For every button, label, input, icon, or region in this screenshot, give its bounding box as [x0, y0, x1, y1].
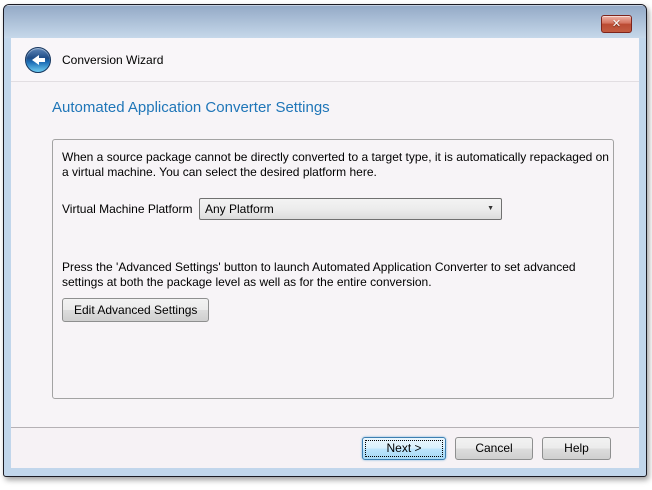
- chevron-down-icon: ▼: [487, 199, 494, 219]
- advanced-settings-text: Press the 'Advanced Settings' button to …: [62, 260, 614, 290]
- platform-select[interactable]: Any Platform ▼: [199, 198, 502, 220]
- wizard-header: Conversion Wizard: [11, 38, 639, 82]
- cancel-button[interactable]: Cancel: [455, 437, 533, 460]
- back-icon: [32, 55, 45, 65]
- window-frame: Conversion Wizard Automated Application …: [4, 38, 646, 476]
- next-button[interactable]: Next >: [362, 437, 446, 460]
- wizard-window: ✕ Conversion Wizard Automated Applicatio…: [3, 4, 647, 477]
- page-title: Automated Application Converter Settings: [52, 99, 639, 116]
- title-bar: ✕: [4, 5, 646, 38]
- close-button[interactable]: ✕: [601, 15, 632, 33]
- help-button[interactable]: Help: [542, 437, 611, 460]
- back-button[interactable]: [25, 47, 51, 73]
- wizard-title: Conversion Wizard: [62, 53, 163, 67]
- intro-text: When a source package cannot be directly…: [62, 150, 614, 180]
- settings-group-box: When a source package cannot be directly…: [52, 139, 614, 399]
- next-button-label: Next >: [386, 441, 421, 455]
- edit-advanced-settings-button[interactable]: Edit Advanced Settings: [62, 298, 209, 322]
- platform-row: Virtual Machine Platform Any Platform ▼: [62, 198, 604, 220]
- client-area: Conversion Wizard Automated Application …: [11, 38, 639, 468]
- page-content: Automated Application Converter Settings…: [11, 82, 639, 427]
- platform-selected-value: Any Platform: [205, 202, 274, 216]
- platform-label: Virtual Machine Platform: [62, 202, 199, 216]
- close-icon: ✕: [612, 18, 621, 30]
- button-bar: Next > Cancel Help: [11, 427, 639, 468]
